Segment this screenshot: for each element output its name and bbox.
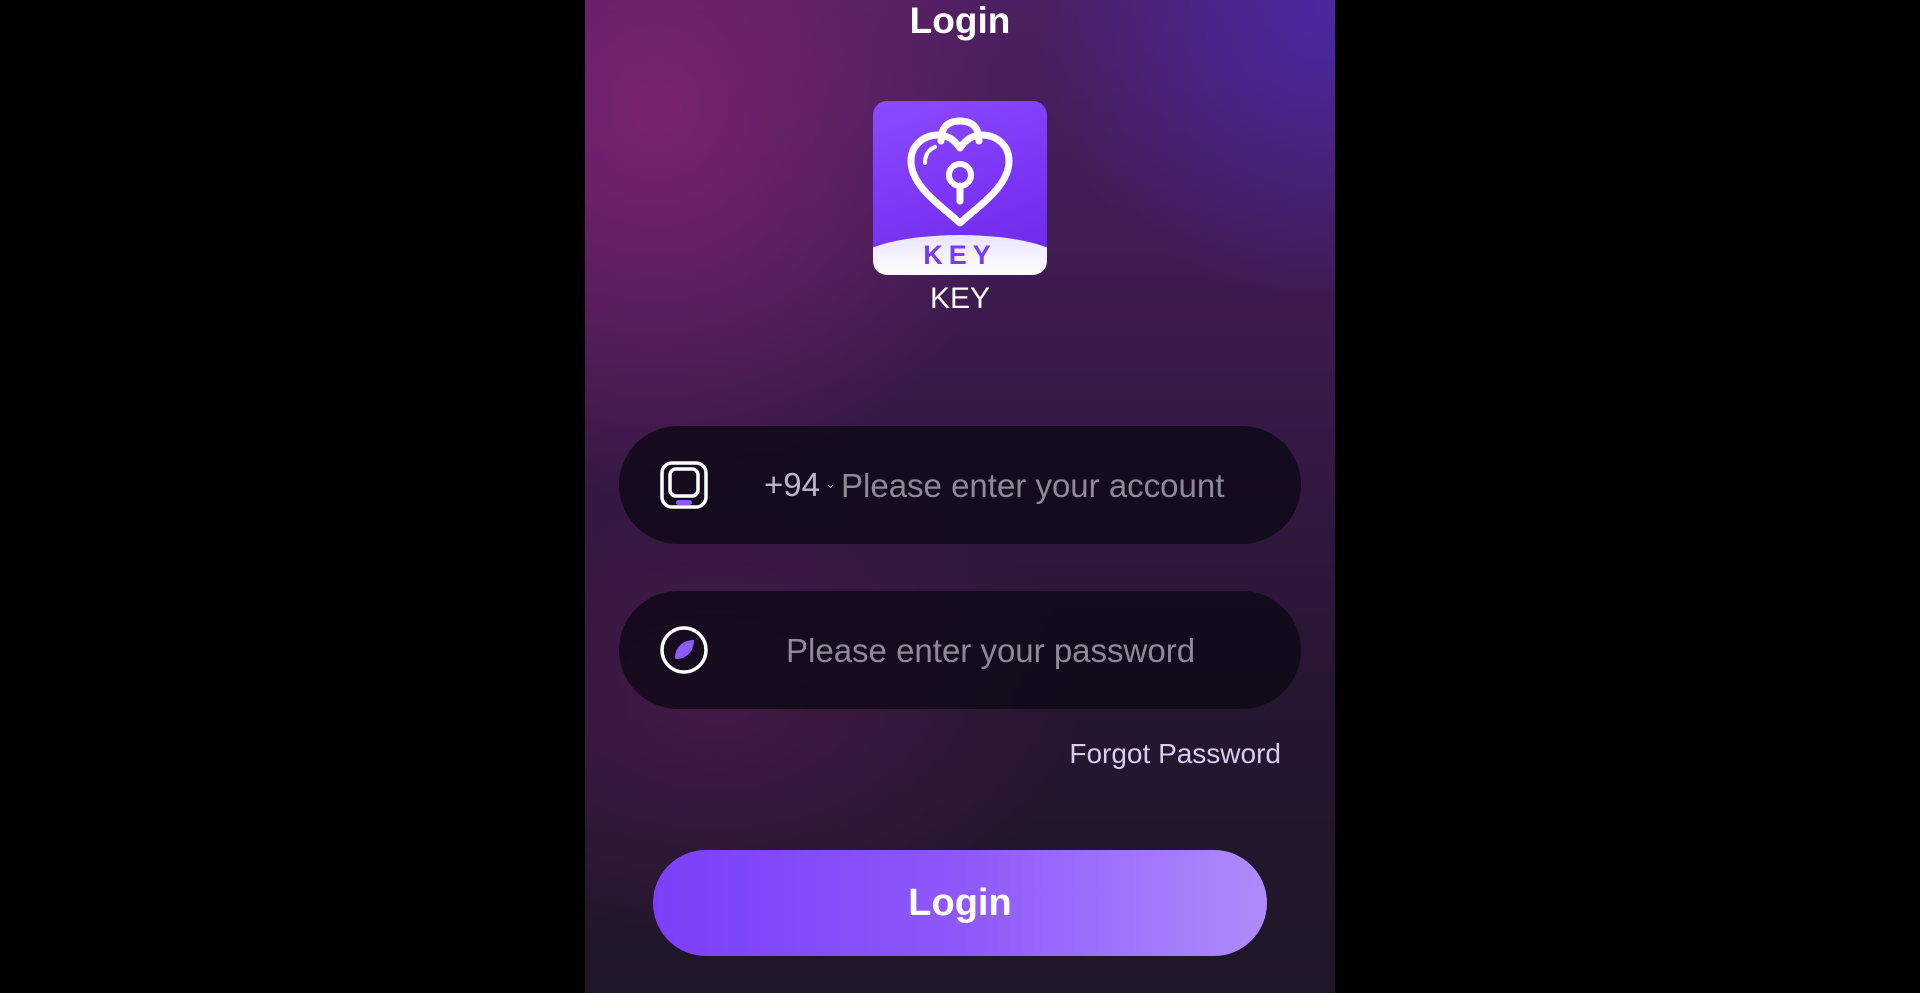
password-field <box>619 591 1301 709</box>
account-input[interactable] <box>839 463 1283 509</box>
forgot-password-link[interactable]: Forgot Password <box>1069 738 1281 770</box>
account-field: +94 ⌄ <box>619 426 1301 544</box>
page-title: Login <box>909 0 1011 41</box>
chevron-down-icon[interactable]: ⌄ <box>825 476 836 492</box>
login-screen: Login KEY KEY +94 ⌄ Forgot Password Logi… <box>585 0 1335 993</box>
login-button[interactable]: Login <box>653 850 1267 956</box>
leaf-icon <box>660 626 708 674</box>
heart-lock-icon <box>907 117 1013 227</box>
app-logo: KEY <box>873 101 1047 275</box>
phone-icon <box>660 461 708 509</box>
logo-text: KEY <box>923 240 997 270</box>
country-code-select[interactable]: +94 <box>764 466 820 504</box>
password-input[interactable] <box>784 628 1268 674</box>
app-name: KEY <box>929 282 991 315</box>
